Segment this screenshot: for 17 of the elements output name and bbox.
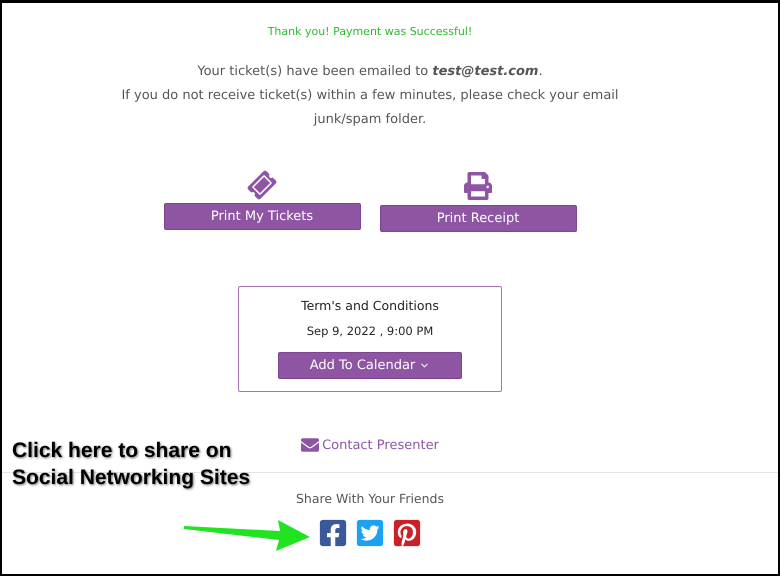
email-notice: Your ticket(s) have been emailed to test@test.com. bbox=[196, 63, 544, 81]
arrow-icon bbox=[184, 518, 310, 552]
success-message: Thank you! Payment was Successful! bbox=[268, 25, 472, 38]
annotation-text: Click here to share on Social Networking Sites bbox=[12, 438, 252, 491]
event-date: Sep 9, 2022 , 9:00 PM bbox=[306, 324, 434, 338]
share-title: Share With Your Friends bbox=[296, 491, 444, 506]
pinterest-icon[interactable] bbox=[392, 518, 422, 548]
add-to-calendar-button[interactable]: Add To Calendar bbox=[278, 352, 462, 379]
facebook-icon[interactable] bbox=[318, 518, 348, 548]
envelope-icon bbox=[301, 436, 320, 454]
print-button[interactable]: Print Receipt bbox=[380, 205, 576, 232]
contact-link[interactable]: Contact Presenter bbox=[301, 436, 439, 454]
printer-icon bbox=[464, 172, 492, 200]
twitter-icon[interactable] bbox=[355, 518, 385, 548]
event-title: Term's and Conditions bbox=[301, 298, 439, 313]
junk-notice: If you do not receive ticket(s) within a few minutes, please check your email junk/spam folder. bbox=[120, 87, 620, 129]
print-button[interactable]: Print My Tickets bbox=[164, 203, 360, 230]
